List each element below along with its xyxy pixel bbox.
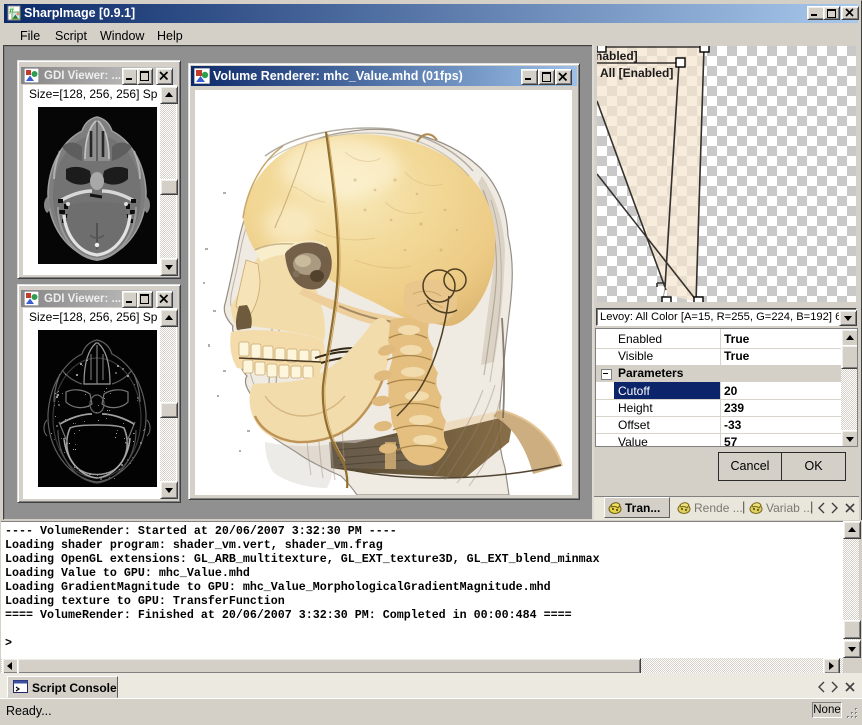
svg-text:All [Enabled]: All [Enabled] [600, 66, 673, 80]
svg-text:nabled]: nabled] [597, 49, 638, 63]
